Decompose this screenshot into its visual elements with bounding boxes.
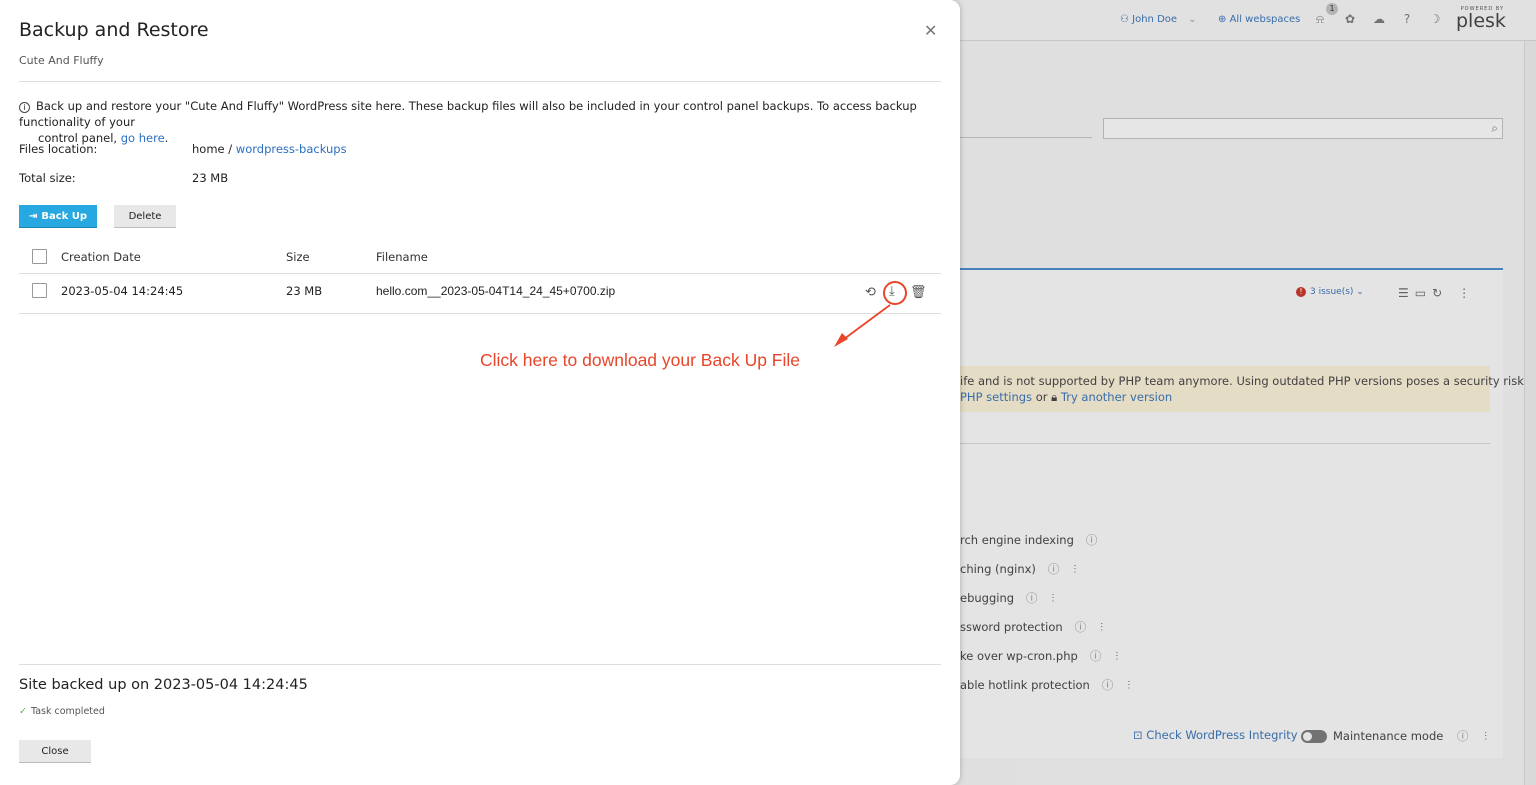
table-row-divider: [19, 313, 941, 314]
info-icon: i: [19, 102, 30, 113]
go-here-link[interactable]: go here: [121, 131, 165, 145]
status-title: Site backed up on 2023-05-04 14:24:45: [19, 677, 308, 693]
dialog-title: Backup and Restore: [19, 19, 209, 41]
info-message: i Back up and restore your "Cute And Fluf…: [19, 99, 917, 145]
annotation-text: Click here to download your Back Up File: [480, 350, 801, 370]
total-size-label: Total size:: [19, 171, 76, 185]
row-size: 23 MB: [286, 284, 323, 298]
table-header-divider: [19, 273, 941, 274]
backup-restore-dialog: Backup and Restore Cute And Fluffy ✕ i Ba…: [0, 0, 960, 785]
close-button[interactable]: Close: [19, 740, 91, 763]
column-filename[interactable]: Filename: [376, 250, 428, 264]
wordpress-backups-link[interactable]: wordpress-backups: [236, 142, 347, 156]
backup-icon: ⇥: [28, 211, 38, 222]
files-location-value: home / wordpress-backups: [192, 142, 347, 156]
annotation-arrow: [834, 304, 891, 347]
row-checkbox[interactable]: [32, 283, 47, 298]
footer-divider: [19, 664, 941, 665]
back-up-button[interactable]: ⇥ Back Up: [19, 205, 97, 228]
restore-icon[interactable]: ⟲: [865, 285, 876, 300]
status-message: ✓ Task completed: [19, 706, 105, 717]
select-all-checkbox[interactable]: [32, 249, 47, 264]
total-size-value: 23 MB: [192, 171, 229, 185]
row-creation-date: 2023-05-04 14:24:45: [61, 284, 184, 298]
divider: [19, 81, 941, 82]
files-location-label: Files location:: [19, 142, 98, 156]
trash-icon[interactable]: 🗑︎: [910, 285, 927, 300]
delete-button[interactable]: Delete: [114, 205, 176, 228]
column-creation-date[interactable]: Creation Date: [61, 250, 141, 264]
row-filename: hello.com__2023-05-04T14_24_45+0700.zip: [376, 284, 616, 298]
column-size[interactable]: Size: [286, 250, 310, 264]
checkmark-icon: ✓: [19, 706, 27, 717]
dialog-subtitle: Cute And Fluffy: [19, 54, 104, 67]
close-icon[interactable]: ✕: [924, 21, 937, 40]
